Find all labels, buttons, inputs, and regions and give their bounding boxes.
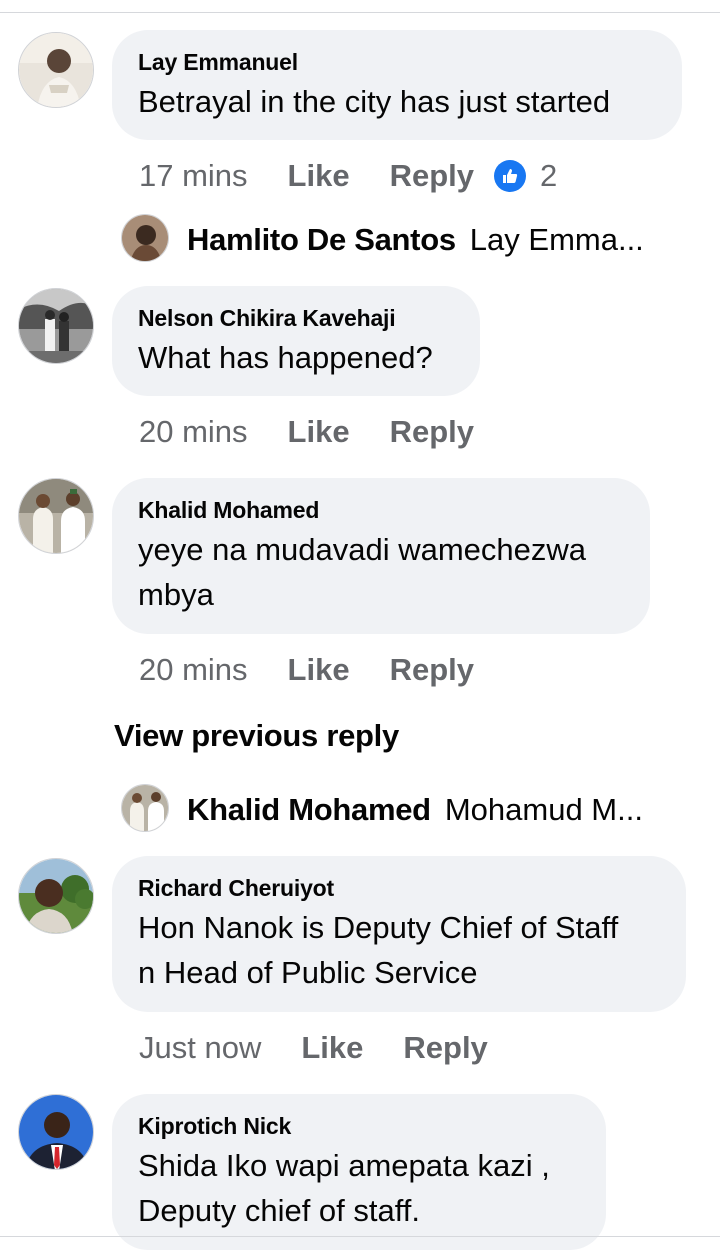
like-thumb-icon xyxy=(494,160,526,192)
avatar-hamlito-de-santos[interactable] xyxy=(121,214,169,262)
comment-author[interactable]: Nelson Chikira Kavehaji xyxy=(138,304,454,332)
comment-text: Betrayal in the city has just started xyxy=(138,84,611,119)
reply-snippet: Mohamud M... xyxy=(444,792,643,827)
reply-button[interactable]: Reply xyxy=(390,156,474,196)
reply-preview[interactable]: Khalid Mohamed Mohamud M... xyxy=(187,790,643,830)
comment-text-line: Deputy chief of staff. xyxy=(138,1193,421,1228)
like-button[interactable]: Like xyxy=(288,650,350,690)
reply-button[interactable]: Reply xyxy=(390,650,474,690)
reply-preview[interactable]: Hamlito De Santos Lay Emma... xyxy=(187,220,644,260)
comment-text-line: mbya xyxy=(138,577,214,612)
avatar-richard-cheruiyot[interactable] xyxy=(18,858,94,934)
comment-timestamp[interactable]: 20 mins xyxy=(139,412,248,452)
comment-author[interactable]: Lay Emmanuel xyxy=(138,48,656,76)
bottom-divider xyxy=(0,1236,720,1237)
avatar-kiprotich-nick[interactable] xyxy=(18,1094,94,1170)
comment-meta: 20 mins Like Reply xyxy=(139,412,474,452)
comment-bubble[interactable]: Khalid Mohamed yeye na mudavadi wamechez… xyxy=(112,478,650,634)
comment-bubble[interactable]: Kiprotich Nick Shida Iko wapi amepata ka… xyxy=(112,1094,606,1250)
comment-text: What has happened? xyxy=(138,340,433,375)
reply-button[interactable]: Reply xyxy=(403,1028,487,1068)
like-button[interactable]: Like xyxy=(288,412,350,452)
comment-text-line: Shida Iko wapi amepata kazi , xyxy=(138,1148,550,1183)
comment-meta: Just now Like Reply xyxy=(139,1028,488,1068)
avatar-nelson-chikira-kavehaji[interactable] xyxy=(18,288,94,364)
reply-author[interactable]: Khalid Mohamed xyxy=(187,790,431,830)
view-previous-reply-link[interactable]: View previous reply xyxy=(114,716,399,756)
comment-text-line: Hon Nanok is Deputy Chief of Staff xyxy=(138,910,619,945)
comment-meta: 20 mins Like Reply xyxy=(139,650,474,690)
like-button[interactable]: Like xyxy=(301,1028,363,1068)
comment-meta: 17 mins Like Reply 2 xyxy=(139,156,557,196)
comment-author[interactable]: Kiprotich Nick xyxy=(138,1112,580,1140)
reaction-summary[interactable]: 2 xyxy=(494,156,557,196)
comment-text-line: n Head of Public Service xyxy=(138,955,478,990)
comment-text-line: yeye na mudavadi wamechezwa xyxy=(138,532,587,567)
avatar-khalid-mohamed[interactable] xyxy=(18,478,94,554)
top-divider xyxy=(0,12,720,13)
comment-timestamp[interactable]: 20 mins xyxy=(139,650,248,690)
reply-snippet: Lay Emma... xyxy=(469,222,644,257)
reply-author[interactable]: Hamlito De Santos xyxy=(187,220,456,260)
reply-button[interactable]: Reply xyxy=(390,412,474,452)
avatar-lay-emmanuel[interactable] xyxy=(18,32,94,108)
comment-timestamp[interactable]: 17 mins xyxy=(139,156,248,196)
comment-bubble[interactable]: Richard Cheruiyot Hon Nanok is Deputy Ch… xyxy=(112,856,686,1012)
comment-bubble[interactable]: Nelson Chikira Kavehaji What has happene… xyxy=(112,286,480,396)
like-button[interactable]: Like xyxy=(288,156,350,196)
comment-author[interactable]: Khalid Mohamed xyxy=(138,496,624,524)
reaction-count: 2 xyxy=(540,158,558,193)
comment-bubble[interactable]: Lay Emmanuel Betrayal in the city has ju… xyxy=(112,30,682,140)
comment-timestamp[interactable]: Just now xyxy=(139,1028,261,1068)
comment-author[interactable]: Richard Cheruiyot xyxy=(138,874,660,902)
avatar-khalid-mohamed-reply[interactable] xyxy=(121,784,169,832)
